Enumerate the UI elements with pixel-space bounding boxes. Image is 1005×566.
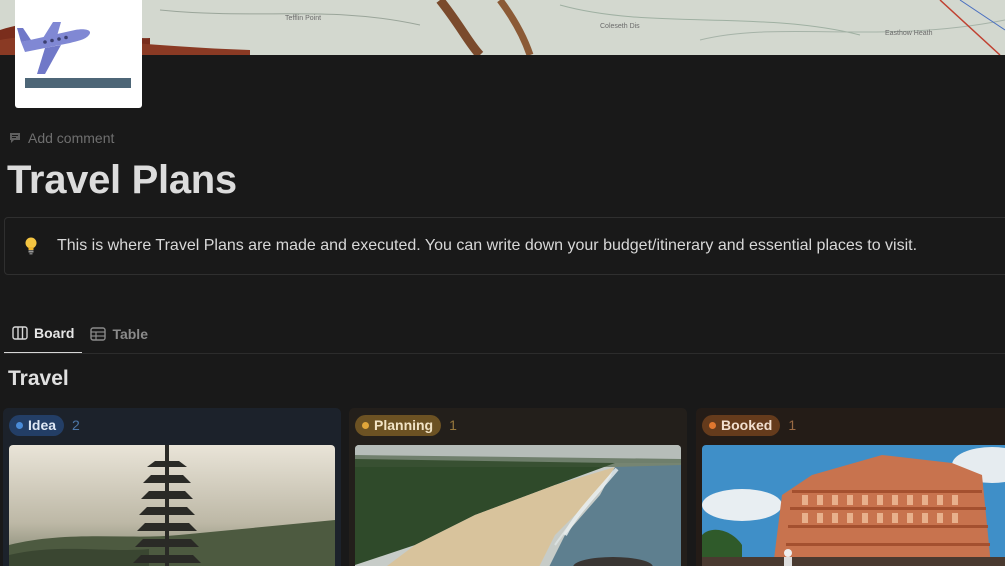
callout-block[interactable]: This is where Travel Plans are made and …	[4, 217, 1005, 275]
lightbulb-icon[interactable]	[24, 236, 44, 256]
status-tag-label: Idea	[28, 417, 57, 433]
status-dot	[16, 421, 23, 429]
board-column-planning: Planning 1	[349, 408, 687, 566]
card-cover-image	[9, 445, 335, 566]
status-tag-idea[interactable]: Idea	[9, 414, 65, 436]
add-comment-label: Add comment	[28, 130, 115, 146]
database-title[interactable]: Travel	[8, 367, 69, 391]
board-column-booked: Booked 1	[696, 408, 1005, 566]
card-cover-image	[702, 445, 1005, 566]
tab-table-label: Table	[112, 326, 148, 342]
status-tag-label: Booked	[721, 417, 773, 433]
page: Tefflin Point Coleseth Dis Easthow Heath	[0, 0, 1005, 566]
column-count: 2	[72, 417, 80, 433]
view-tabs: Board Table	[4, 318, 156, 354]
card-cover-image	[355, 445, 681, 566]
board-column-idea: Idea 2	[3, 408, 341, 566]
board-view-icon	[12, 326, 28, 340]
board-card[interactable]	[702, 445, 1005, 566]
svg-text:Coleseth Dis: Coleseth Dis	[600, 23, 640, 30]
page-icon[interactable]	[15, 0, 142, 108]
tab-table[interactable]: Table	[82, 318, 156, 354]
status-tag-label: Planning	[374, 417, 434, 433]
status-dot	[362, 421, 369, 429]
airplane-icon	[17, 22, 91, 74]
status-dot	[709, 421, 716, 429]
cover-image[interactable]: Tefflin Point Coleseth Dis Easthow Heath	[0, 0, 1005, 55]
view-tabs-divider	[4, 353, 1005, 354]
column-count: 1	[788, 417, 797, 433]
status-tag-planning[interactable]: Planning	[355, 414, 442, 436]
comment-icon	[8, 131, 22, 145]
page-title[interactable]: Travel Plans	[7, 158, 237, 203]
tab-board[interactable]: Board	[4, 318, 83, 354]
svg-text:Tefflin Point: Tefflin Point	[285, 15, 321, 22]
column-header[interactable]: Booked 1	[702, 414, 1005, 436]
add-comment-button[interactable]: Add comment	[8, 129, 114, 147]
svg-text:Easthow Heath: Easthow Heath	[885, 30, 933, 37]
table-view-icon	[90, 327, 107, 341]
column-header[interactable]: Idea 2	[9, 414, 335, 436]
column-header[interactable]: Planning 1	[355, 414, 681, 436]
callout-text[interactable]: This is where Travel Plans are made and …	[57, 237, 917, 255]
board-card[interactable]	[9, 445, 335, 566]
status-tag-booked[interactable]: Booked	[702, 414, 781, 436]
board-card[interactable]	[355, 445, 681, 566]
column-count: 1	[449, 417, 457, 433]
tab-board-label: Board	[34, 325, 75, 341]
